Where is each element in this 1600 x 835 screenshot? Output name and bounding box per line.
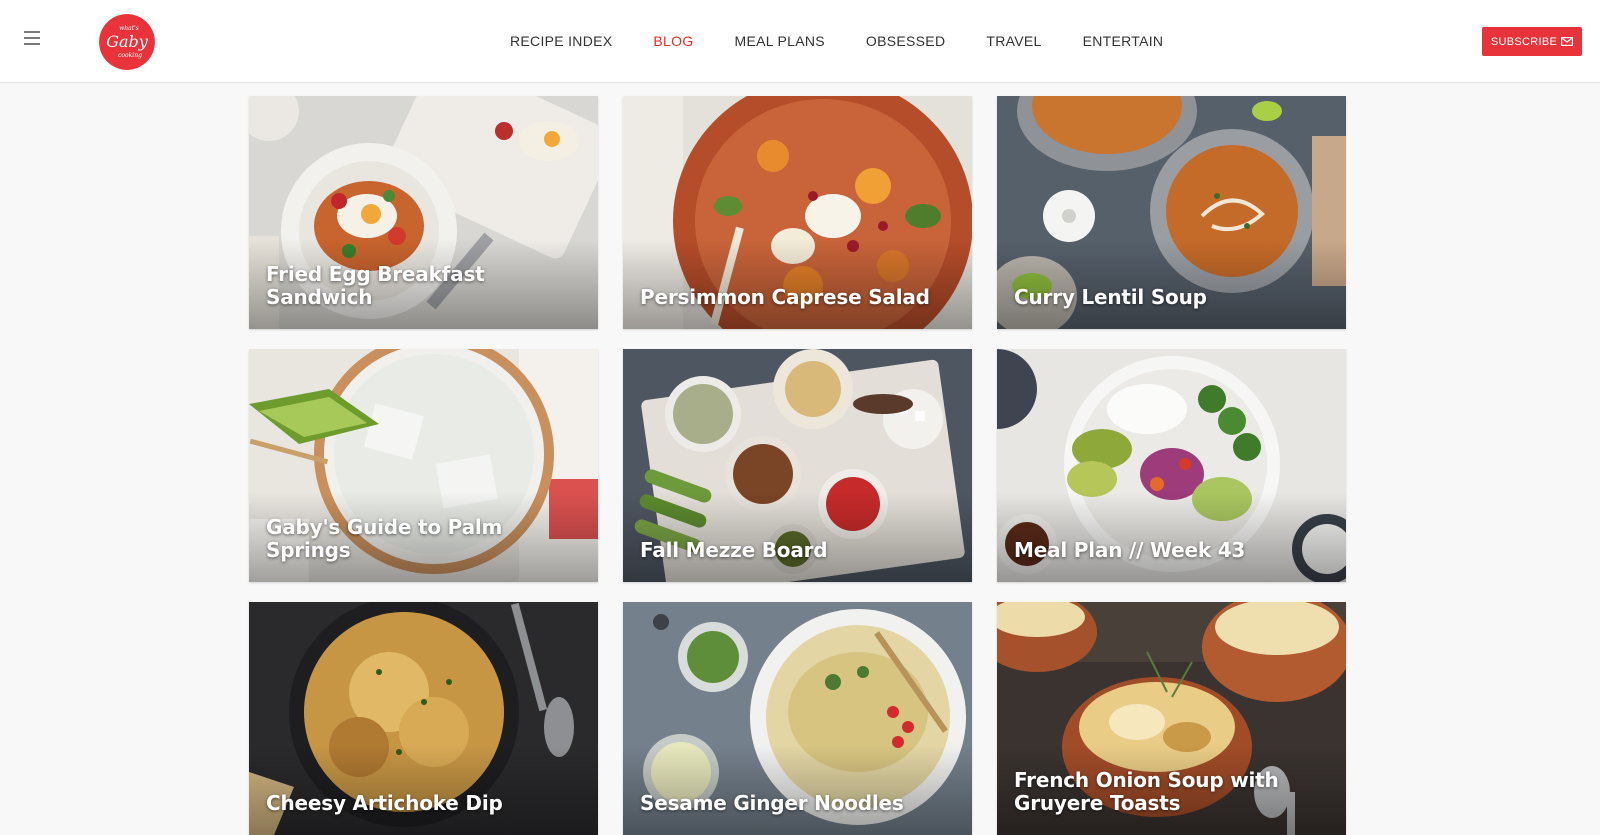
- nav-blog[interactable]: BLOG: [653, 33, 693, 49]
- svg-text:cooking: cooking: [118, 52, 142, 59]
- subscribe-label: SUBSCRIBE: [1490, 35, 1558, 48]
- post-title: Curry Lentil Soup: [1014, 285, 1207, 309]
- svg-text:Gaby: Gaby: [106, 32, 149, 51]
- post-title: Fried Egg Breakfast Sandwich: [266, 262, 485, 309]
- nav-entertain[interactable]: ENTERTAIN: [1083, 33, 1164, 49]
- site-logo[interactable]: what's Gaby cooking: [99, 14, 155, 70]
- post-title: Gaby's Guide to Palm Springs: [266, 515, 503, 562]
- post-card-cheesy-artichoke-dip[interactable]: Cheesy Artichoke Dip: [249, 602, 598, 835]
- post-title: Persimmon Caprese Salad: [640, 285, 930, 309]
- nav-recipe-index[interactable]: RECIPE INDEX: [510, 33, 612, 49]
- post-card-curry-lentil-soup[interactable]: Curry Lentil Soup: [997, 96, 1346, 329]
- post-title: French Onion Soup with Gruyere Toasts: [1014, 768, 1279, 815]
- hamburger-menu-icon[interactable]: [24, 31, 40, 45]
- nav-obsessed[interactable]: OBSESSED: [866, 33, 945, 49]
- nav-travel[interactable]: TRAVEL: [986, 33, 1041, 49]
- post-card-french-onion-soup[interactable]: French Onion Soup with Gruyere Toasts: [997, 602, 1346, 835]
- post-title: Cheesy Artichoke Dip: [266, 791, 503, 815]
- post-title: Sesame Ginger Noodles: [640, 791, 904, 815]
- site-header: what's Gaby cooking RECIPE INDEX BLOG ME…: [0, 0, 1600, 83]
- post-title: Meal Plan // Week 43: [1014, 538, 1246, 562]
- post-card-fall-mezze-board[interactable]: Fall Mezze Board: [623, 349, 972, 582]
- post-card-palm-springs-guide[interactable]: Gaby's Guide to Palm Springs: [249, 349, 598, 582]
- post-card-fried-egg-breakfast-sandwich[interactable]: Fried Egg Breakfast Sandwich: [249, 96, 598, 329]
- post-title: Fall Mezze Board: [640, 538, 828, 562]
- svg-text:what's: what's: [119, 25, 139, 32]
- nav-meal-plans[interactable]: MEAL PLANS: [735, 33, 825, 49]
- primary-nav: RECIPE INDEX BLOG MEAL PLANS OBSESSED TR…: [510, 30, 1204, 52]
- post-card-persimmon-caprese-salad[interactable]: Persimmon Caprese Salad: [623, 96, 972, 329]
- post-card-sesame-ginger-noodles[interactable]: Sesame Ginger Noodles: [623, 602, 972, 835]
- post-card-meal-plan-week-43[interactable]: Meal Plan // Week 43: [997, 349, 1346, 582]
- envelope-icon: [1561, 37, 1574, 46]
- subscribe-button[interactable]: SUBSCRIBE: [1482, 27, 1582, 56]
